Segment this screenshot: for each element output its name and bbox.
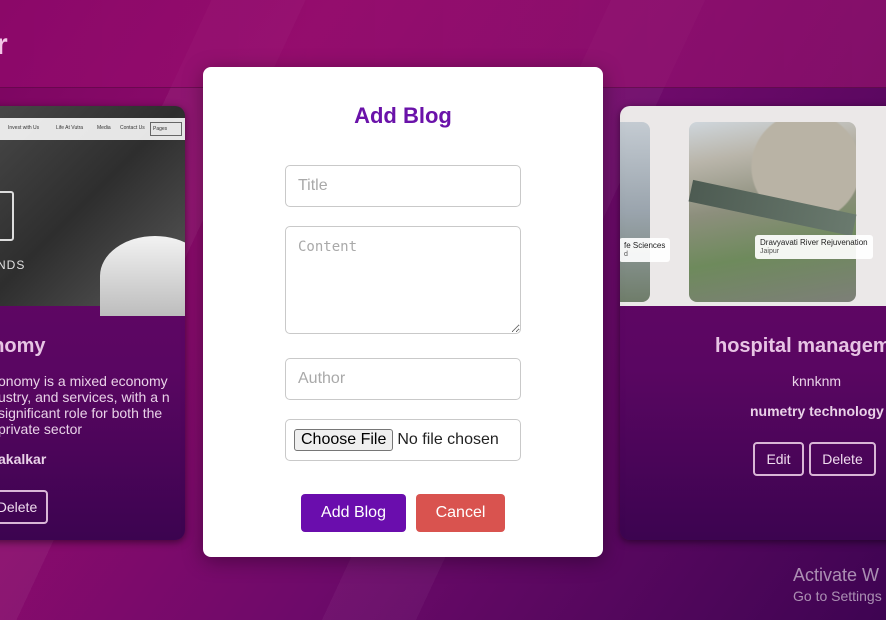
blog-card-title: hospital managem <box>715 335 886 357</box>
pages-select-label: Pages <box>153 126 168 132</box>
page-title: r <box>0 28 8 61</box>
add-blog-button[interactable]: Add Blog <box>301 494 406 532</box>
website-nav-strip: Invest with Us Life At Vutra Media Conta… <box>0 118 185 140</box>
edit-button[interactable]: Edit <box>753 442 804 476</box>
blog-card-title: onomy <box>0 335 46 357</box>
blog-card-author: akalkar <box>0 451 47 467</box>
nav-item: Media <box>97 125 111 131</box>
nav-item: Invest with Us <box>8 125 40 131</box>
file-status: No file chosen <box>397 431 499 448</box>
blog-card-description: onomy is a mixed economy ustry, and serv… <box>0 373 170 437</box>
blog-card-right: fe Sciences d Dravyavati River Rejuvenat… <box>620 106 886 540</box>
photo-caption-sub: Jaipur <box>760 248 780 255</box>
photo-caption: fe Sciences d <box>620 238 671 262</box>
nav-item: Life At Vutra <box>56 125 84 131</box>
photo-caption-title: Dravyavati River Rejuvenation <box>760 238 868 247</box>
nav-item: Contact Us <box>120 125 145 131</box>
author-input[interactable] <box>285 358 521 400</box>
cancel-button[interactable]: Cancel <box>416 494 505 532</box>
modal-title: Add Blog <box>354 103 452 128</box>
activation-watermark: Activate W Go to Settings <box>793 565 882 604</box>
photo-caption-title: fe Sciences <box>624 241 666 250</box>
delete-button[interactable]: Delete <box>809 442 876 476</box>
river-shape <box>688 179 857 237</box>
pages-select: Pages <box>150 122 182 136</box>
blog-card-author: numetry technology <box>750 403 884 419</box>
brand-text: ANDS <box>0 258 26 272</box>
building-photo: fe Sciences d <box>620 122 671 302</box>
watermark-line2: Go to Settings <box>793 588 882 604</box>
photo-caption-sub: d <box>624 251 628 258</box>
blog-card-description: knnknm <box>792 373 842 389</box>
content-textarea[interactable] <box>285 226 521 334</box>
aerial-photo: Dravyavati River Rejuvenation Jaipur <box>688 122 873 302</box>
file-upload-field: Choose File No file chosen <box>285 419 521 461</box>
choose-file-button[interactable]: Choose File <box>294 429 394 451</box>
blog-card-left: Invest with Us Life At Vutra Media Conta… <box>0 106 185 540</box>
helmet-image <box>100 236 185 316</box>
blog-card-image: fe Sciences d Dravyavati River Rejuvenat… <box>620 106 886 306</box>
blog-card-image: Invest with Us Life At Vutra Media Conta… <box>0 106 185 316</box>
title-input[interactable] <box>285 165 521 207</box>
add-blog-modal: Add Blog Choose File No file chosen Add … <box>203 67 603 557</box>
photo-caption: Dravyavati River Rejuvenation Jaipur <box>755 235 873 259</box>
logo-icon <box>0 191 14 241</box>
delete-button[interactable]: Delete <box>0 490 48 524</box>
watermark-line1: Activate W <box>793 565 880 585</box>
